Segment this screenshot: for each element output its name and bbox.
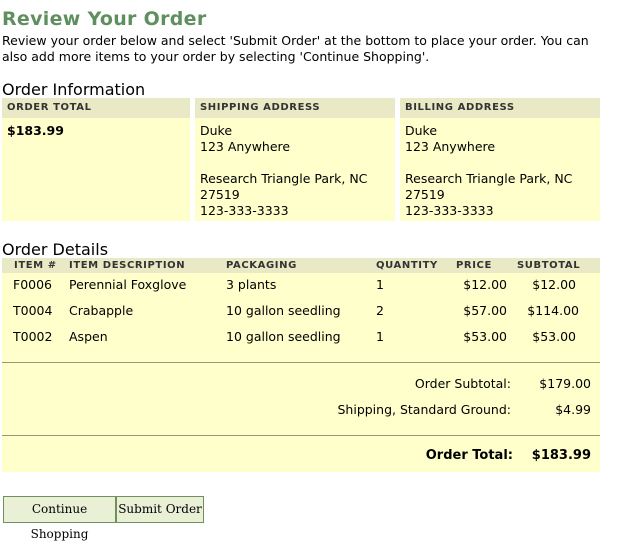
shipping-address-body: Duke 123 Anywhere Research Triangle Park… xyxy=(195,118,395,219)
row-item: T0004 xyxy=(13,303,53,318)
column-packaging: PACKAGING xyxy=(226,260,297,271)
row-description: Aspen xyxy=(69,329,108,344)
billing-name: Duke xyxy=(405,123,438,138)
shipping-street2 xyxy=(200,155,395,171)
intro-text: Review your order below and select 'Subm… xyxy=(2,33,589,64)
order-total-header: ORDER TOTAL xyxy=(2,98,190,118)
order-details-panel: ITEM # ITEM DESCRIPTION PACKAGING QUANTI… xyxy=(2,258,600,472)
shipping-city-state: Research Triangle Park, NC xyxy=(200,171,368,186)
order-total-summary-value: $183.99 xyxy=(531,448,591,463)
order-information-heading: Order Information xyxy=(2,80,146,99)
row-price: $57.00 xyxy=(463,303,507,318)
order-subtotal-value: $179.00 xyxy=(539,376,591,391)
submit-order-button[interactable]: Submit Order xyxy=(116,496,204,523)
order-details-heading: Order Details xyxy=(2,240,109,259)
shipping-address-header: SHIPPING ADDRESS xyxy=(195,98,395,118)
row-quantity: 1 xyxy=(376,277,384,292)
billing-street2 xyxy=(405,155,600,171)
billing-address-panel: BILLING ADDRESS Duke 123 Anywhere Resear… xyxy=(400,98,600,221)
order-details-header: ITEM # ITEM DESCRIPTION PACKAGING QUANTI… xyxy=(2,258,600,273)
row-price: $12.00 xyxy=(463,277,507,292)
order-total-label: Order Total: xyxy=(425,448,513,463)
table-row: T0004 Crabapple 10 gallon seedling 2 $57… xyxy=(2,303,600,321)
row-subtotal: $12.00 xyxy=(532,277,576,292)
row-packaging: 3 plants xyxy=(226,277,277,292)
order-total-panel: ORDER TOTAL $183.99 xyxy=(2,98,190,221)
row-subtotal: $53.00 xyxy=(532,329,576,344)
row-subtotal: $114.00 xyxy=(527,303,579,318)
shipping-name: Duke xyxy=(200,123,233,138)
order-subtotal-label: Order Subtotal: xyxy=(414,376,511,391)
billing-street: 123 Anywhere xyxy=(405,139,496,154)
table-row: T0002 Aspen 10 gallon seedling 1 $53.00 … xyxy=(2,329,600,347)
order-total-value: $183.99 xyxy=(7,123,64,138)
row-item: T0002 xyxy=(13,329,53,344)
row-item: F0006 xyxy=(13,277,53,292)
table-row: F0006 Perennial Foxglove 3 plants 1 $12.… xyxy=(2,277,600,295)
summary-divider-top xyxy=(2,362,600,363)
row-quantity: 1 xyxy=(376,329,384,344)
row-packaging: 10 gallon seedling xyxy=(226,329,341,344)
column-quantity: QUANTITY xyxy=(376,260,438,271)
page-title: Review Your Order xyxy=(2,8,207,30)
shipping-zip: 27519 xyxy=(200,187,240,202)
shipping-street: 123 Anywhere xyxy=(200,139,291,154)
row-price: $53.00 xyxy=(463,329,507,344)
billing-address-header: BILLING ADDRESS xyxy=(400,98,600,118)
shipping-phone: 123-333-3333 xyxy=(200,203,289,218)
column-item: ITEM # xyxy=(14,260,57,271)
row-description: Perennial Foxglove xyxy=(69,277,187,292)
billing-phone: 123-333-3333 xyxy=(405,203,494,218)
order-total-body: $183.99 xyxy=(2,118,190,139)
summary-divider-bottom xyxy=(2,435,600,436)
column-description: ITEM DESCRIPTION xyxy=(69,260,186,271)
continue-shopping-button[interactable]: Continue Shopping xyxy=(3,496,116,541)
row-packaging: 10 gallon seedling xyxy=(226,303,341,318)
shipping-label: Shipping, Standard Ground: xyxy=(337,402,511,417)
column-price: PRICE xyxy=(456,260,492,271)
billing-city-state: Research Triangle Park, NC xyxy=(405,171,573,186)
column-subtotal: SUBTOTAL xyxy=(517,260,581,271)
shipping-address-panel: SHIPPING ADDRESS Duke 123 Anywhere Resea… xyxy=(195,98,395,221)
row-quantity: 2 xyxy=(376,303,384,318)
shipping-value: $4.99 xyxy=(555,402,591,417)
billing-address-body: Duke 123 Anywhere Research Triangle Park… xyxy=(400,118,600,219)
row-description: Crabapple xyxy=(69,303,134,318)
billing-zip: 27519 xyxy=(405,187,445,202)
